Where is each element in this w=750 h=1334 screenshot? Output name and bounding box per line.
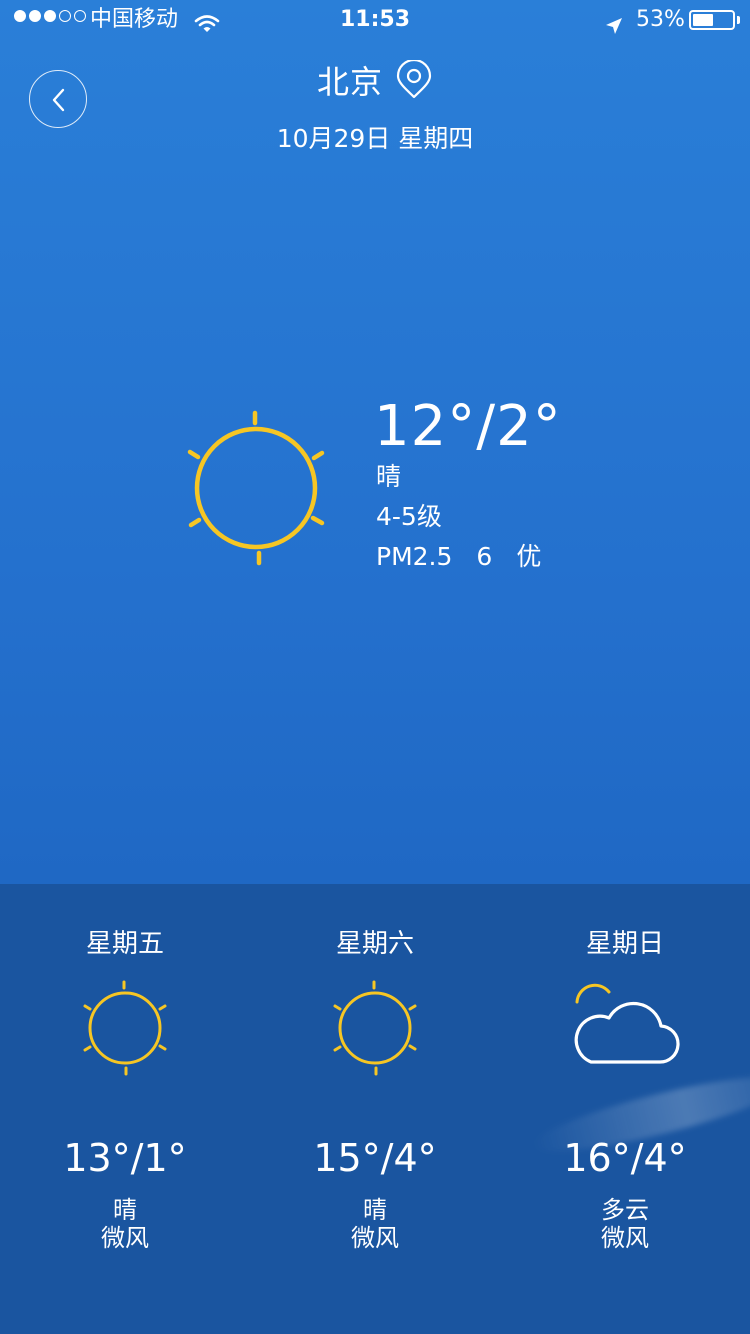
air-quality: PM2.5 6 优: [376, 540, 541, 574]
forecast-day: 星期六 15°/4° 晴 微风: [250, 884, 500, 1334]
sun-icon: [250, 980, 500, 1076]
city-header: 北京: [0, 58, 750, 104]
forecast-wind: 微风: [101, 1224, 149, 1252]
current-condition: 晴: [376, 462, 402, 491]
forecast-condition: 晴: [363, 1196, 387, 1224]
aqi-value: 6: [476, 542, 493, 571]
forecast-condition: 多云: [601, 1196, 649, 1224]
forecast-wind: 微风: [351, 1224, 399, 1252]
forecast-day-name: 星期日: [585, 929, 664, 959]
forecast-day-name: 星期六: [335, 929, 414, 959]
date-label: 10月29日 星期四: [276, 124, 474, 153]
forecast-temperature: 16°/4°: [563, 1136, 687, 1180]
forecast-temperature: 13°/1°: [63, 1136, 187, 1180]
forecast-day: 星期五 13°/1° 晴 微风: [0, 884, 250, 1334]
current-wind: 4-5级: [376, 502, 442, 531]
aqi-level: 优: [516, 542, 542, 571]
forecast-day: 星期日 16°/4° 多云 微风: [500, 884, 750, 1334]
battery-percent: 53%: [636, 7, 685, 32]
status-bar: 中国移动 11:53 53%: [0, 0, 750, 40]
forecast-wind: 微风: [601, 1224, 649, 1252]
location-pin-icon[interactable]: [395, 58, 433, 104]
forecast-condition: 晴: [113, 1196, 137, 1224]
aqi-label: PM2.5: [376, 542, 453, 571]
forecast-day-name: 星期五: [85, 929, 164, 959]
battery-icon: [689, 10, 735, 30]
battery-tip: [737, 16, 740, 24]
partly-cloudy-icon: [500, 980, 750, 1070]
sun-icon: [0, 980, 250, 1076]
location-arrow-icon: [604, 10, 624, 50]
forecast-temperature: 15°/4°: [313, 1136, 437, 1180]
forecast-panel: 星期五 13°/1° 晴 微风 星期六 15°/4° 晴 微风 星期日 16°/…: [0, 884, 750, 1334]
current-temperature: 12°/2°: [374, 394, 562, 459]
sun-icon: [182, 404, 332, 574]
city-name: 北京: [316, 63, 383, 101]
